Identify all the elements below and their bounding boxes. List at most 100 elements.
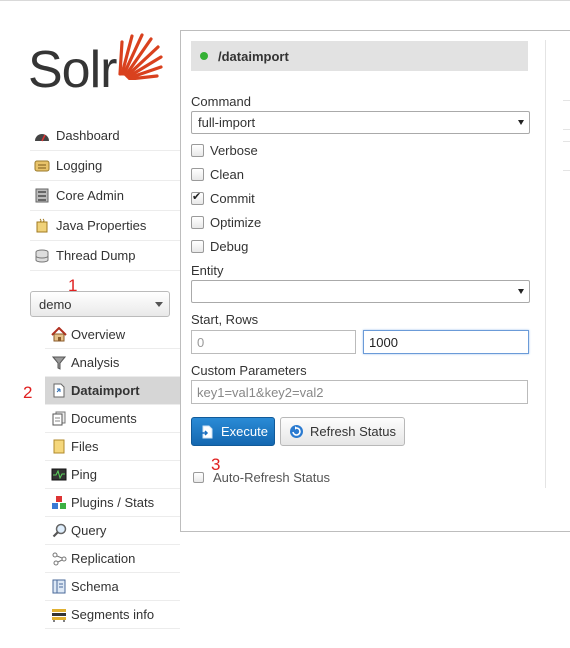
- rows-value: 1000: [369, 334, 398, 350]
- verbose-checkbox[interactable]: [191, 144, 204, 157]
- schema-icon: [51, 579, 67, 595]
- nav-label: Core Admin: [56, 188, 124, 203]
- nav-core-admin[interactable]: Core Admin: [30, 181, 180, 211]
- core-menu-documents[interactable]: Documents: [45, 405, 180, 433]
- logo-text: Solr: [28, 41, 117, 99]
- dataimport-header: /dataimport: [191, 41, 528, 71]
- core-menu-label: Segments info: [71, 607, 155, 622]
- core-menu-analysis[interactable]: Analysis: [45, 349, 180, 377]
- option-label: Clean: [210, 167, 244, 182]
- magnifier-icon: [51, 523, 67, 539]
- core-menu-files[interactable]: Files: [45, 433, 180, 461]
- core-menu-label: Documents: [71, 411, 137, 426]
- option-label: Optimize: [210, 215, 262, 230]
- core-menu-replication[interactable]: Replication: [45, 545, 180, 573]
- right-column-stub: [563, 141, 570, 171]
- nav-label: Java Properties: [56, 218, 147, 233]
- start-value: 0: [197, 334, 205, 350]
- core-menu-dataimport[interactable]: Dataimport: [45, 377, 180, 405]
- start-rows-label: Start, Rows: [191, 312, 259, 327]
- java-properties-icon: [34, 218, 50, 234]
- segments-icon: [51, 607, 67, 623]
- nav-java-properties[interactable]: Java Properties: [30, 211, 180, 241]
- core-menu-schema[interactable]: Schema: [45, 573, 180, 601]
- command-value: full-import: [198, 115, 256, 130]
- core-menu-label: Files: [71, 439, 99, 454]
- dataimport-icon: [51, 383, 67, 399]
- entity-select[interactable]: [191, 280, 530, 303]
- option-label: Commit: [210, 191, 255, 206]
- execute-label: Execute: [221, 424, 268, 439]
- chevron-down-icon: [155, 302, 163, 307]
- core-menu-label: Query: [71, 523, 107, 538]
- solr-logo[interactable]: Solr: [28, 30, 163, 100]
- core-menu-label: Plugins / Stats: [71, 495, 155, 510]
- core-menu-plugins-stats[interactable]: Plugins / Stats: [45, 489, 180, 517]
- panel-divider: [545, 40, 546, 488]
- folder-icon: [51, 439, 67, 455]
- nav-dashboard[interactable]: Dashboard: [30, 121, 180, 151]
- execute-icon: [200, 425, 214, 439]
- auto-refresh-label: Auto-Refresh Status: [213, 470, 331, 485]
- core-menu-overview[interactable]: Overview: [45, 321, 180, 349]
- command-label: Command: [191, 94, 251, 109]
- core-selector[interactable]: demo: [30, 291, 170, 317]
- core-menu-query[interactable]: Query: [45, 517, 180, 545]
- core-admin-icon: [34, 188, 50, 204]
- nav-logging[interactable]: Logging: [30, 151, 180, 181]
- core-menu-label: Ping: [71, 467, 98, 482]
- execute-button[interactable]: Execute: [191, 417, 275, 446]
- replication-icon: [51, 551, 67, 567]
- option-debug[interactable]: Debug: [191, 239, 248, 254]
- option-label: Verbose: [210, 143, 258, 158]
- chevron-down-icon: [518, 289, 524, 294]
- sun-rays-icon: [118, 33, 163, 80]
- refresh-status-label: Refresh Status: [310, 424, 396, 439]
- core-menu-ping[interactable]: Ping: [45, 461, 180, 489]
- option-verbose[interactable]: Verbose: [191, 143, 258, 158]
- refresh-icon: [289, 424, 304, 439]
- handler-title: /dataimport: [218, 48, 289, 64]
- commit-checkbox[interactable]: [191, 190, 204, 205]
- custom-parameters-label: Custom Parameters: [191, 363, 307, 378]
- thread-dump-icon: [34, 248, 50, 264]
- core-selector-value: demo: [39, 296, 72, 312]
- core-menu-label: Schema: [71, 579, 119, 594]
- nav-label: Thread Dump: [56, 248, 136, 263]
- nav-label: Dashboard: [56, 128, 120, 143]
- right-column-stub: [563, 100, 570, 130]
- clean-checkbox[interactable]: [191, 168, 204, 181]
- core-menu-label: Overview: [71, 327, 126, 342]
- nav-thread-dump[interactable]: Thread Dump: [30, 241, 180, 271]
- status-indicator-icon: [200, 52, 208, 60]
- option-commit[interactable]: Commit: [191, 190, 255, 206]
- core-menu-label: Dataimport: [71, 383, 140, 398]
- rows-input[interactable]: 1000: [363, 330, 529, 354]
- core-menu-segments-info[interactable]: Segments info: [45, 601, 180, 629]
- annotation-1: 1: [68, 276, 78, 295]
- custom-parameters-input[interactable]: key1=val1&key2=val2: [191, 380, 528, 404]
- refresh-status-button[interactable]: Refresh Status: [280, 417, 405, 446]
- command-select[interactable]: full-import: [191, 111, 530, 134]
- core-menu-label: Analysis: [71, 355, 120, 370]
- chevron-down-icon: [518, 120, 524, 125]
- logging-icon: [34, 158, 50, 174]
- dashboard-icon: [34, 128, 50, 144]
- option-label: Debug: [210, 239, 249, 254]
- debug-checkbox[interactable]: [191, 240, 204, 253]
- documents-icon: [51, 411, 67, 427]
- home-icon: [51, 327, 67, 343]
- option-auto-refresh[interactable]: Auto-Refresh Status: [193, 470, 330, 485]
- top-border: [0, 0, 570, 1]
- optimize-checkbox[interactable]: [191, 216, 204, 229]
- start-input[interactable]: 0: [191, 330, 356, 354]
- option-clean[interactable]: Clean: [191, 167, 244, 182]
- nav-label: Logging: [56, 158, 103, 173]
- funnel-icon: [51, 355, 67, 371]
- option-optimize[interactable]: Optimize: [191, 215, 261, 230]
- auto-refresh-checkbox[interactable]: [193, 472, 204, 483]
- annotation-2: 2: [23, 383, 33, 402]
- ping-icon: [51, 467, 67, 483]
- entity-label: Entity: [191, 263, 224, 278]
- core-menu-label: Replication: [71, 551, 136, 566]
